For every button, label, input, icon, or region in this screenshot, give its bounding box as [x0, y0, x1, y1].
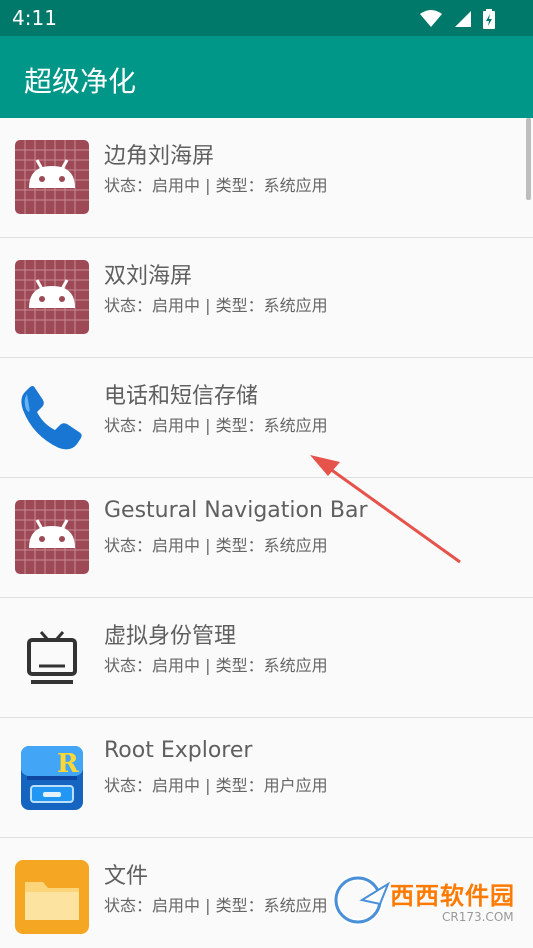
app-status: 状态：启用中 | 类型：系统应用 — [104, 296, 328, 315]
watermark-logo-icon — [332, 874, 391, 926]
app-name: 文件 — [104, 864, 149, 889]
wifi-icon — [419, 9, 442, 27]
app-name: 电话和短信存储 — [104, 384, 259, 409]
app-title: 超级净化 — [24, 65, 137, 98]
status-icons — [413, 8, 495, 29]
app-row[interactable]: 边角刘海屏 状态：启用中 | 类型：系统应用 — [0, 118, 533, 238]
status-time: 4:11 — [12, 6, 57, 30]
android-icon — [15, 260, 89, 334]
android-icon — [15, 140, 89, 214]
watermark-sub: CR173.COM — [442, 910, 514, 924]
app-name: 虚拟身份管理 — [104, 624, 237, 649]
svg-text:R: R — [57, 749, 79, 779]
watermark: 西西软件园 CR173.COM — [332, 866, 522, 942]
app-name: Root Explorer — [104, 738, 253, 763]
root-explorer-icon: R — [21, 746, 83, 810]
app-status: 状态：启用中 | 类型：系统应用 — [104, 536, 328, 555]
app-row[interactable]: 虚拟身份管理 状态：启用中 | 类型：系统应用 — [0, 598, 533, 718]
app-name: Gestural Navigation Bar — [104, 498, 368, 523]
folder-icon — [15, 860, 89, 934]
status-bar: 4:11 — [0, 0, 533, 36]
app-list[interactable]: 边角刘海屏 状态：启用中 | 类型：系统应用 双刘海屏 状态：启用中 | 类型：… — [0, 118, 533, 948]
app-status: 状态：启用中 | 类型：系统应用 — [104, 896, 328, 915]
app-row[interactable]: 双刘海屏 状态：启用中 | 类型：系统应用 — [0, 238, 533, 358]
tv-icon — [27, 631, 77, 684]
signal-icon — [454, 10, 471, 27]
watermark-main: 西西软件园 — [390, 882, 515, 910]
app-name: 双刘海屏 — [104, 264, 193, 289]
app-row[interactable]: R Root Explorer 状态：启用中 | 类型：用户应用 — [0, 718, 533, 838]
app-row[interactable]: 电话和短信存储 状态：启用中 | 类型：系统应用 — [0, 358, 533, 478]
app-name: 边角刘海屏 — [104, 144, 215, 169]
app-status: 状态：启用中 | 类型：系统应用 — [104, 416, 328, 435]
app-status: 状态：启用中 | 类型：系统应用 — [104, 656, 328, 675]
android-icon — [15, 500, 89, 574]
app-status: 状态：启用中 | 类型：系统应用 — [104, 176, 328, 195]
app-bar: 超级净化 — [0, 36, 533, 118]
scrollbar[interactable] — [526, 118, 531, 200]
phone-icon — [21, 386, 82, 450]
app-row[interactable]: Gestural Navigation Bar 状态：启用中 | 类型：系统应用 — [0, 478, 533, 598]
app-status: 状态：启用中 | 类型：用户应用 — [104, 776, 328, 795]
battery-icon — [483, 8, 495, 29]
